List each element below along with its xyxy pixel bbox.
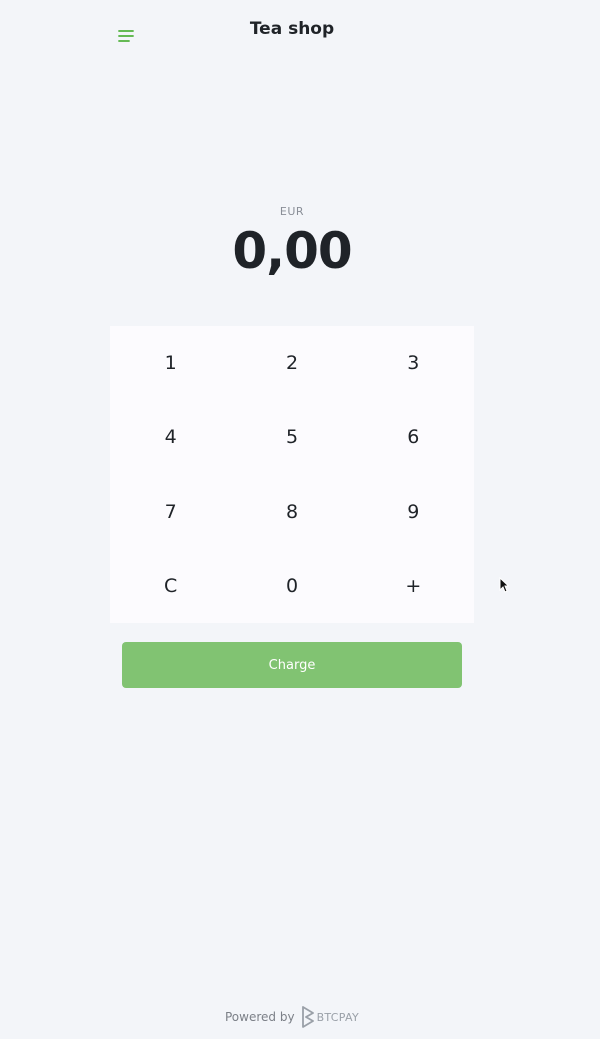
- page-title: Tea shop: [249, 19, 335, 39]
- amount-display: 0,00: [232, 222, 352, 280]
- key-label: 7: [164, 500, 177, 523]
- charge-button-label: Charge: [268, 657, 316, 673]
- key-1[interactable]: 1: [110, 326, 231, 400]
- mouse-cursor-icon: [499, 577, 509, 593]
- key-5[interactable]: 5: [231, 400, 352, 474]
- key-4[interactable]: 4: [110, 400, 231, 474]
- pos-page: Tea shop EUR 0,00 1 2 3 4 5 6 7 8 9 C 0 …: [0, 0, 600, 1039]
- key-6[interactable]: 6: [353, 400, 474, 474]
- key-clear[interactable]: C: [110, 549, 231, 623]
- key-label: C: [164, 574, 178, 597]
- key-label: 0: [285, 574, 299, 597]
- brand-text: BTCPAY: [316, 1010, 359, 1024]
- key-3[interactable]: 3: [353, 326, 474, 400]
- key-label: 9: [407, 500, 420, 523]
- currency-label: EUR: [279, 205, 305, 218]
- key-plus[interactable]: +: [353, 549, 474, 623]
- key-label: 1: [164, 352, 177, 375]
- charge-button[interactable]: Charge: [122, 642, 462, 688]
- key-label: 5: [285, 426, 299, 449]
- key-label: 8: [285, 500, 299, 523]
- key-label: 4: [164, 426, 177, 449]
- key-9[interactable]: 9: [353, 475, 474, 549]
- keypad: 1 2 3 4 5 6 7 8 9 C 0 +: [110, 326, 474, 623]
- btcpay-logo[interactable]: BTCPAY: [301, 1006, 359, 1028]
- key-label: 3: [407, 352, 420, 375]
- key-2[interactable]: 2: [231, 326, 352, 400]
- key-0[interactable]: 0: [231, 549, 352, 623]
- key-label: 2: [285, 352, 299, 375]
- key-7[interactable]: 7: [110, 475, 231, 549]
- btcpay-logo-icon: [301, 1006, 314, 1028]
- key-label: +: [405, 574, 422, 597]
- powered-by-text: Powered by: [225, 1010, 295, 1024]
- key-label: 6: [407, 426, 420, 449]
- key-8[interactable]: 8: [231, 475, 352, 549]
- footer: Powered by BTCPAY: [0, 1006, 584, 1028]
